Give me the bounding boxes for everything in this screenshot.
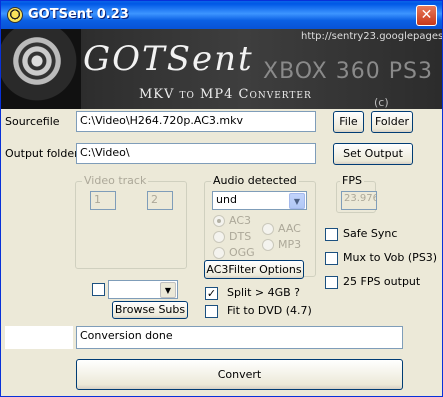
fit-dvd-checkbox[interactable] <box>205 305 218 318</box>
banner-subtitle: MKV to MP4 Converter <box>139 87 312 102</box>
audio-select[interactable]: und ▼ <box>212 191 307 210</box>
audio-radio-ac3[interactable] <box>213 215 225 227</box>
window-title: GOTSent 0.23 <box>28 7 129 22</box>
output-folder-input[interactable]: C:\Video\ <box>76 143 316 164</box>
mux-vob-label: Mux to Vob (PS3) <box>343 251 438 264</box>
split-checkbox[interactable]: ✓ <box>205 287 218 300</box>
audio-option-ac3: AC3 <box>229 214 252 227</box>
video-track-legend: Video track <box>82 174 149 187</box>
sourcefile-input[interactable]: C:\Video\H264.720p.AC3.mkv <box>76 111 316 132</box>
audio-radio-dts[interactable] <box>213 231 225 243</box>
fps25-label: 25 FPS output <box>343 275 421 288</box>
sourcefile-label: Sourcefile <box>5 115 60 128</box>
fps-legend: FPS <box>340 174 364 187</box>
banner-url: http://sentry23.googlepages.com <box>301 31 442 42</box>
convert-button[interactable]: Convert <box>76 359 403 390</box>
app-icon <box>7 7 23 23</box>
banner-image <box>1 29 81 109</box>
audio-option-mp3: MP3 <box>278 238 302 251</box>
close-button[interactable]: ✕ <box>416 5 437 26</box>
subs-select[interactable]: ▼ <box>108 280 178 299</box>
chevron-down-icon[interactable]: ▼ <box>160 282 176 298</box>
audio-radio-aac[interactable] <box>262 223 274 235</box>
folder-button[interactable]: Folder <box>371 111 413 133</box>
video-track-2-input[interactable]: 2 <box>147 191 173 210</box>
banner-consoles: XBOX 360 PS3 <box>263 59 433 84</box>
audio-option-aac: AAC <box>278 222 301 235</box>
status-field: Conversion done <box>76 326 403 349</box>
fit-dvd-label: Fit to DVD (4.7) <box>227 304 312 317</box>
file-button[interactable]: File <box>333 111 364 133</box>
app-window: GOTSent 0.23 ✕ GOTSent MKV to MP4 Conver… <box>0 0 443 397</box>
ac3filter-options-button[interactable]: AC3Filter Options <box>204 260 304 279</box>
split-label: Split > 4GB ? <box>227 286 301 299</box>
audio-select-value: und <box>216 193 237 206</box>
safe-sync-label: Safe Sync <box>343 227 398 240</box>
mux-vob-checkbox[interactable] <box>325 252 338 265</box>
output-folder-label: Output folder <box>5 147 79 160</box>
chevron-down-icon[interactable]: ▼ <box>289 193 305 209</box>
banner: GOTSent MKV to MP4 Converter http://sent… <box>1 29 442 109</box>
fps-input[interactable]: 23.976 <box>341 191 377 210</box>
set-output-button[interactable]: Set Output <box>333 143 413 165</box>
fps25-checkbox[interactable] <box>325 276 338 289</box>
video-track-1-input[interactable]: 1 <box>90 191 116 210</box>
subs-checkbox[interactable] <box>92 283 105 296</box>
audio-option-ogg: OGG <box>229 246 255 259</box>
banner-logo: GOTSent <box>83 39 254 79</box>
audio-radio-ogg[interactable] <box>213 247 225 259</box>
audio-legend: Audio detected <box>211 174 299 187</box>
audio-radio-mp3[interactable] <box>262 239 274 251</box>
safe-sync-checkbox[interactable] <box>325 228 338 241</box>
title-bar[interactable]: GOTSent 0.23 ✕ <box>1 1 442 29</box>
status-left-pane <box>5 326 73 349</box>
banner-copyright: (c) Sentry23 <box>374 96 389 109</box>
audio-option-dts: DTS <box>229 230 252 243</box>
browse-subs-button[interactable]: Browse Subs <box>112 301 188 319</box>
